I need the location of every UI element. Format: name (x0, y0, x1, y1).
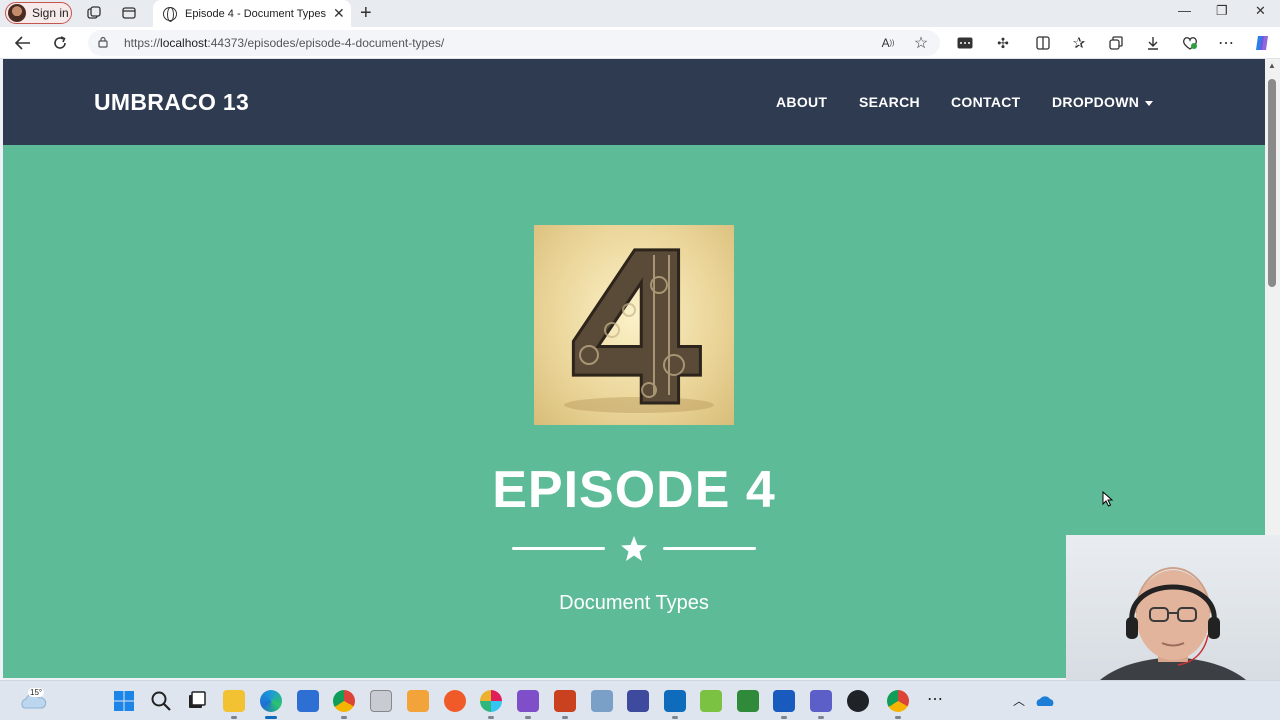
browser-toolbar: https://localhost:44373/episodes/episode… (0, 27, 1280, 59)
nav-dropdown[interactable]: DROPDOWN (1052, 94, 1154, 110)
file-explorer-icon[interactable] (223, 690, 245, 719)
windows-start-icon[interactable] (113, 690, 135, 712)
paint-tool-icon[interactable] (407, 690, 429, 712)
collections-icon[interactable] (1105, 33, 1127, 53)
workspaces-icon[interactable] (84, 4, 104, 22)
restore-icon[interactable]: ❐ (1216, 3, 1228, 19)
extensions-icon[interactable]: ✣ (992, 33, 1014, 53)
weather-temp: 15° (28, 688, 45, 697)
active-tab[interactable]: Episode 4 - Document Types | Umbraco 13 … (153, 0, 351, 27)
site-brand[interactable]: UMBRACO 13 (94, 89, 249, 116)
teams-icon[interactable] (810, 690, 832, 719)
episode-image: 4 (534, 225, 734, 425)
profile-button[interactable]: Sign in (5, 2, 72, 24)
profile-label: Sign in (32, 6, 69, 20)
windows-taskbar: 15° ⋯ ︿ (0, 680, 1280, 720)
minimize-icon[interactable]: — (1178, 3, 1191, 18)
outlook-icon[interactable] (664, 690, 686, 719)
edge-browser-icon[interactable] (260, 690, 282, 719)
globe-icon (163, 6, 177, 22)
tab-title: Episode 4 - Document Types | Umbraco 13 (185, 7, 329, 20)
more-apps-icon[interactable]: ⋯ (924, 690, 946, 712)
favorite-star-icon[interactable]: ☆ (910, 33, 932, 53)
browser-tab-strip: Sign in Episode 4 - Document Types | Umb… (0, 0, 1280, 27)
split-screen-icon[interactable] (1032, 33, 1054, 53)
chrome-profile-icon[interactable] (887, 690, 909, 719)
favorites-icon[interactable]: ✰ (1068, 33, 1090, 53)
notepad-plus-icon[interactable] (700, 690, 722, 712)
terminal-globe-icon[interactable] (847, 690, 869, 712)
word-icon[interactable] (773, 690, 795, 719)
network-tool-icon[interactable] (591, 690, 613, 712)
caret-down-icon (1145, 100, 1154, 106)
chevron-up-icon[interactable]: ︿ (1008, 690, 1030, 712)
nav-dropdown-label: DROPDOWN (1052, 94, 1140, 110)
snipping-tool-icon[interactable] (370, 690, 392, 712)
browser-essentials-icon[interactable] (1179, 33, 1201, 53)
scrollbar-thumb[interactable] (1268, 79, 1276, 287)
close-window-icon[interactable]: ✕ (1255, 3, 1266, 19)
search-icon[interactable] (150, 690, 172, 712)
microsoft-store-icon[interactable] (297, 690, 319, 712)
refresh-icon[interactable] (49, 33, 71, 53)
copilot-icon[interactable] (1251, 33, 1273, 53)
close-tab-icon[interactable]: ✕ (333, 5, 345, 22)
url-text: https://localhost:44373/episodes/episode… (124, 36, 445, 50)
read-aloud-icon[interactable]: A)) (877, 33, 899, 53)
lock-icon[interactable] (98, 36, 108, 48)
avatar (8, 4, 26, 22)
chrome-icon[interactable] (333, 690, 355, 719)
minecraft-icon[interactable] (737, 690, 759, 712)
address-bar[interactable]: https://localhost:44373/episodes/episode… (88, 30, 940, 56)
task-view-icon[interactable] (186, 690, 208, 712)
scroll-up-icon[interactable]: ▲ (1268, 61, 1276, 70)
slack-icon[interactable] (480, 690, 502, 719)
new-tab-icon[interactable]: + (360, 2, 372, 25)
nav-search[interactable]: SEARCH (859, 94, 920, 110)
more-options-icon[interactable]: ⋯ (1215, 33, 1237, 53)
back-icon[interactable] (12, 33, 34, 53)
onedrive-icon[interactable] (1034, 690, 1056, 712)
site-navbar: UMBRACO 13 ABOUT SEARCH CONTACT DROPDOWN (3, 59, 1265, 145)
nav-contact[interactable]: CONTACT (951, 94, 1021, 110)
postman-icon[interactable] (444, 690, 466, 712)
tab-actions-icon[interactable] (119, 4, 139, 22)
database-tool-icon[interactable] (627, 690, 649, 712)
star-divider (512, 536, 756, 561)
digit-four-sculpture: 4 (564, 225, 710, 425)
nav-about[interactable]: ABOUT (776, 94, 827, 110)
downloads-icon[interactable] (1142, 33, 1164, 53)
hero-title: EPISODE 4 (492, 461, 776, 519)
weather-widget[interactable]: 15° (18, 686, 48, 714)
powerpoint-icon[interactable] (554, 690, 576, 719)
star-icon (621, 536, 647, 561)
mouse-cursor-icon (1102, 491, 1114, 507)
password-icon[interactable] (954, 33, 976, 53)
visual-studio-icon[interactable] (517, 690, 539, 719)
